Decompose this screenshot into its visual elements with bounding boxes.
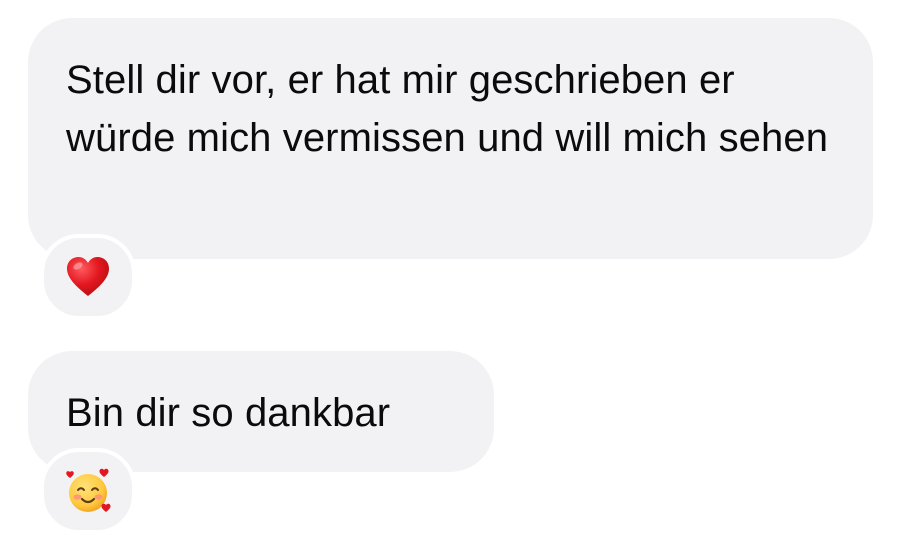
red-heart-icon [67, 257, 109, 296]
message-text: Bin dir so dankbar [66, 391, 391, 435]
incoming-message-bubble[interactable]: Stell dir vor, er hat mir geschrieben er… [28, 18, 873, 259]
message-reaction[interactable] [40, 448, 136, 534]
message-text: Stell dir vor, er hat mir geschrieben er… [66, 58, 829, 160]
smiling-face-with-hearts-icon [66, 468, 111, 512]
message-reaction[interactable] [40, 234, 136, 320]
